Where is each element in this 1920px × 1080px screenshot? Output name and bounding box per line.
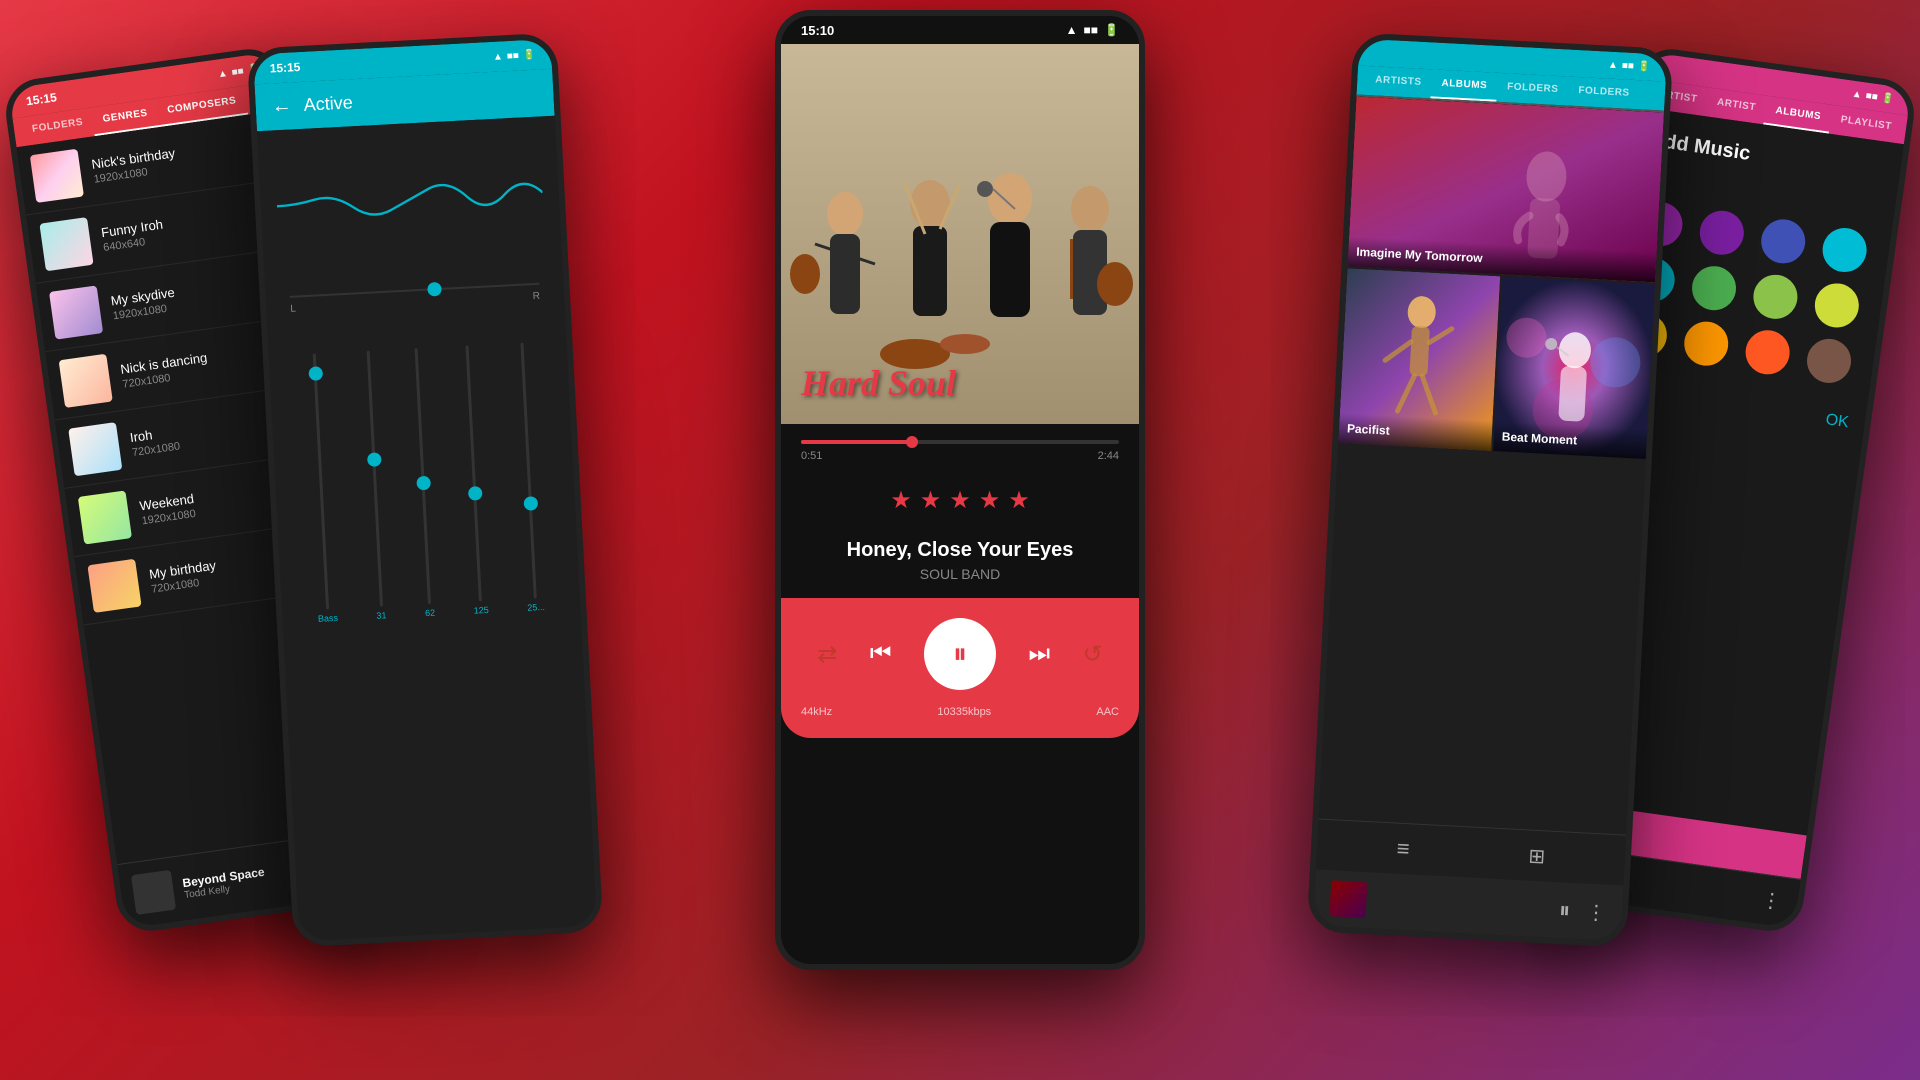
album-title: Hard Soul <box>801 362 956 404</box>
status-icons-right: ▲ ■■ 🔋 <box>1851 89 1895 106</box>
file-thumbnail <box>68 422 122 476</box>
pause-button[interactable]: ⏸ <box>924 618 996 690</box>
eq-bar-25k[interactable]: 25... <box>514 342 546 613</box>
song-info: Honey, Close Your Eyes SOUL BAND <box>781 531 1139 598</box>
tab-folders-3[interactable]: FOLDERS <box>1568 77 1641 110</box>
color-green[interactable] <box>1689 263 1739 313</box>
pause-icon: ⏸ <box>953 638 967 671</box>
star-2[interactable]: ★ <box>920 486 942 515</box>
controls-section: ⇄ ⏮ ⏸ ⏭ ↺ 44kHz 10335kbps AAC <box>781 598 1139 738</box>
prev-button[interactable]: ⏮ <box>870 640 892 668</box>
eq-label-25k: 25... <box>527 602 545 613</box>
time-eq: 15:15 <box>269 60 300 76</box>
eq-bar-bass[interactable]: Bass <box>304 353 338 624</box>
album-name-imagine: Imagine My Tomorrow <box>1356 245 1648 274</box>
audio-meta: 44kHz 10335kbps AAC <box>801 706 1119 718</box>
star-4[interactable]: ★ <box>979 486 1001 515</box>
tab-albums[interactable]: ALBUMS <box>1431 69 1498 101</box>
meta-bitrate: 10335kbps <box>937 706 991 718</box>
shuffle-button[interactable]: ⇄ <box>817 640 837 669</box>
eq-waveform <box>274 133 546 267</box>
color-cyan[interactable] <box>1820 225 1870 275</box>
album-card-pacifist[interactable]: Pacifist <box>1338 268 1500 451</box>
meta-format: AAC <box>1096 706 1119 718</box>
star-5[interactable]: ★ <box>1008 486 1030 515</box>
next-button[interactable]: ⏭ <box>1028 640 1050 668</box>
eq-label-62: 62 <box>425 608 436 619</box>
meta-samplerate: 44kHz <box>801 706 832 718</box>
albums-content: Imagine My Tomorrow <box>1319 96 1664 834</box>
color-purple-2[interactable] <box>1697 208 1747 258</box>
mini-player-info <box>1329 880 1367 918</box>
star-3[interactable]: ★ <box>949 486 971 515</box>
repeat-button[interactable]: ↺ <box>1083 640 1103 669</box>
back-button[interactable]: ← <box>271 94 292 118</box>
color-lime[interactable] <box>1812 281 1862 331</box>
album-name-pacifist: Pacifist <box>1347 421 1485 442</box>
mini-more-button[interactable]: ⋮ <box>1585 899 1606 925</box>
eq-horizontal-slider[interactable]: L R <box>290 283 541 315</box>
eq-label-125: 125 <box>474 605 490 616</box>
progress-bar[interactable] <box>801 440 1119 444</box>
more-icon[interactable]: ⋮ <box>1760 889 1783 914</box>
file-thumbnail <box>39 217 93 271</box>
rating-section: ★ ★ ★ ★ ★ <box>781 470 1139 531</box>
album-card-beat[interactable]: Beat Moment <box>1493 276 1655 459</box>
time-center: 15:10 <box>801 23 834 38</box>
color-deep-orange[interactable] <box>1743 327 1793 377</box>
filter-icon[interactable]: ≡ <box>1396 836 1410 863</box>
progress-current: 0:51 <box>801 450 822 462</box>
eq-label-31: 31 <box>376 610 387 621</box>
progress-fill <box>801 440 912 444</box>
file-thumbnail <box>59 354 113 408</box>
eq-content: L R Bass 31 <box>257 116 597 941</box>
time-left: 15:15 <box>25 90 57 108</box>
eq-title: Active <box>303 92 353 116</box>
star-1[interactable]: ★ <box>890 486 912 515</box>
phone-player: 15:10 ▲ ■■ 🔋 <box>775 10 1145 970</box>
ok-button[interactable]: OK <box>1823 403 1851 440</box>
color-brown[interactable] <box>1804 336 1854 386</box>
eq-bar-62[interactable]: 62 <box>411 348 435 618</box>
eq-label-r: R <box>533 291 541 302</box>
eq-bars-container: Bass 31 62 <box>284 331 564 625</box>
tab-artists[interactable]: ARTISTS <box>1365 66 1433 98</box>
mini-player-controls: ⏸ ⋮ <box>1558 897 1606 925</box>
status-icons-eq: ▲ ■■ 🔋 <box>493 49 536 62</box>
album-art: Hard Soul <box>781 44 1139 424</box>
mini-player-art <box>1329 880 1367 918</box>
color-orange[interactable] <box>1681 319 1731 369</box>
file-thumbnail <box>49 285 103 339</box>
progress-indicator <box>906 436 918 448</box>
album-name-beat: Beat Moment <box>1501 430 1639 451</box>
album-card-imagine[interactable]: Imagine My Tomorrow <box>1348 96 1664 282</box>
file-info: Nick's birthday 1920x1080 <box>91 131 277 185</box>
file-thumbnail <box>30 149 84 203</box>
eq-label-bass: Bass <box>318 613 339 624</box>
mini-pause-button[interactable]: ⏸ <box>1558 897 1570 924</box>
eq-label-l: L <box>290 304 296 315</box>
color-indigo[interactable] <box>1758 217 1808 267</box>
file-thumbnail <box>78 490 132 544</box>
notch: 15:10 ▲ ■■ 🔋 <box>781 16 1139 44</box>
status-icons-albums: ▲ ■■ 🔋 <box>1608 60 1651 73</box>
progress-total: 2:44 <box>1098 450 1119 462</box>
tab-folders-2[interactable]: FOLDERS <box>1496 73 1569 106</box>
progress-times: 0:51 2:44 <box>801 450 1119 462</box>
bottom-album-art <box>131 870 176 915</box>
albums-row: Pacifist <box>1338 268 1655 459</box>
song-title: Honey, Close Your Eyes <box>781 539 1139 562</box>
progress-section: 0:51 2:44 <box>781 424 1139 470</box>
status-icons-center: ▲ ■■ 🔋 <box>1066 23 1119 37</box>
color-light-green[interactable] <box>1751 272 1801 322</box>
song-artist: SOUL BAND <box>781 566 1139 582</box>
playback-controls: ⇄ ⏮ ⏸ ⏭ ↺ <box>801 618 1119 690</box>
phone-albums: ▲ ■■ 🔋 ARTISTS ALBUMS FOLDERS FOLDERS <box>1307 32 1674 948</box>
phone-equalizer: 15:15 ▲ ■■ 🔋 ← Active <box>247 33 604 948</box>
grid-icon[interactable]: ⊞ <box>1528 843 1546 869</box>
eq-bar-31[interactable]: 31 <box>363 351 387 621</box>
eq-bar-125[interactable]: 125 <box>460 345 489 615</box>
file-thumbnail <box>87 559 141 613</box>
